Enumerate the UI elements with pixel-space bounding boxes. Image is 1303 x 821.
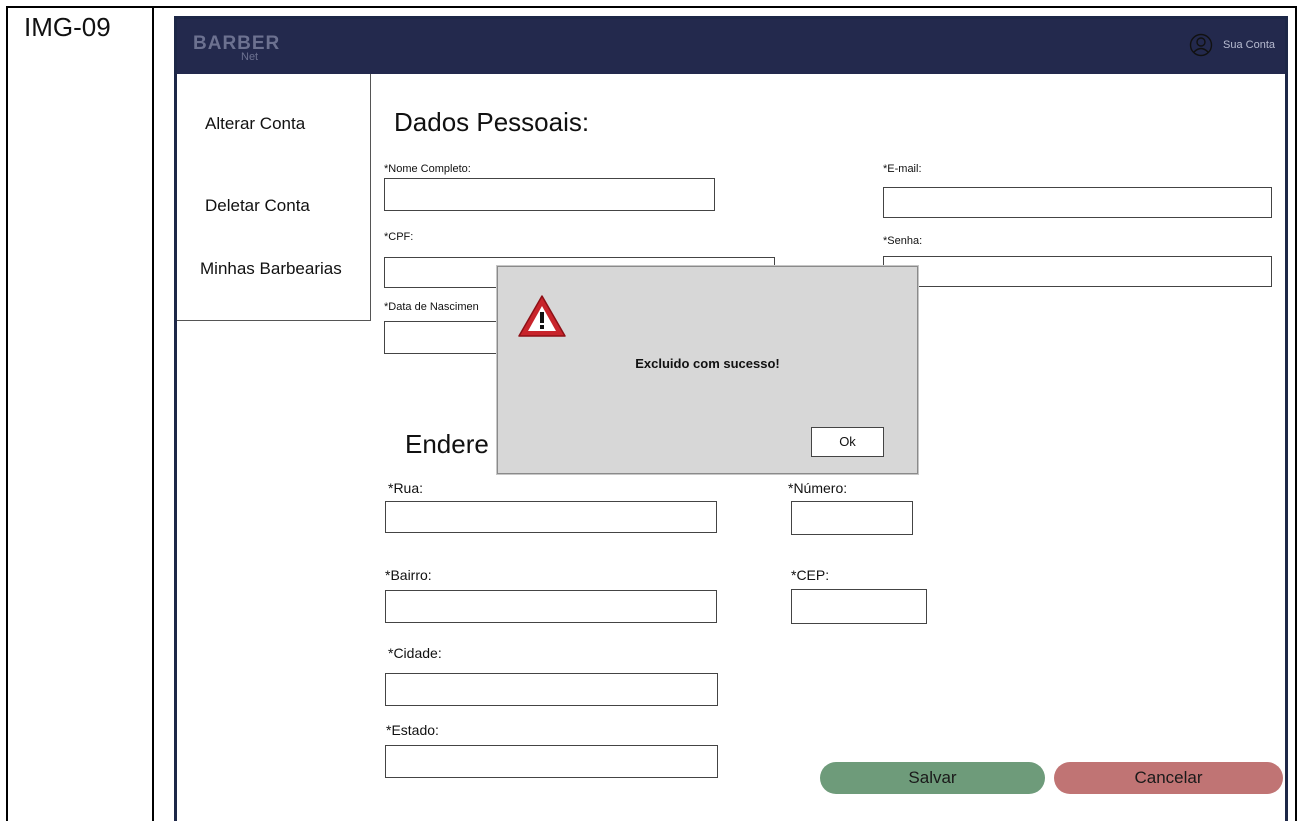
cpf-label: *CPF:: [384, 231, 414, 243]
number-field[interactable]: [791, 501, 913, 535]
account-label[interactable]: Sua Conta: [1223, 39, 1275, 51]
app-window: BARBER Net Sua Conta Alterar Conta Delet…: [174, 16, 1288, 821]
sidebar: Alterar Conta Deletar Conta Minhas Barbe…: [177, 74, 371, 321]
top-bar: BARBER Net Sua Conta: [177, 19, 1285, 74]
dialog-message: Excluido com sucesso!: [635, 356, 780, 371]
logo-subtext: Net: [241, 51, 259, 63]
zip-field[interactable]: [791, 589, 927, 624]
birth-date-label: *Data de Nascimen: [384, 301, 479, 313]
password-label: *Senha:: [883, 235, 923, 247]
city-label: *Cidade:: [388, 645, 442, 661]
state-label: *Estado:: [386, 722, 439, 738]
image-id-cell: IMG-09: [6, 6, 154, 821]
number-label: *Número:: [788, 480, 848, 496]
sidebar-item-alterar-conta[interactable]: Alterar Conta: [205, 114, 395, 134]
sidebar-item-deletar-conta[interactable]: Deletar Conta: [205, 196, 395, 216]
email-field[interactable]: [883, 187, 1272, 218]
personal-data-title: Dados Pessoais:: [394, 107, 590, 137]
email-label: *E-mail:: [883, 163, 922, 175]
cancel-button[interactable]: Cancelar: [1054, 762, 1283, 794]
street-field[interactable]: [385, 501, 717, 533]
birth-date-field[interactable]: [384, 321, 514, 354]
ok-button[interactable]: Ok: [811, 427, 884, 457]
save-button[interactable]: Salvar: [820, 762, 1045, 794]
city-field[interactable]: [385, 673, 718, 706]
success-dialog: Excluido com sucesso! Ok: [497, 266, 918, 474]
name-field[interactable]: [384, 178, 715, 211]
name-label: *Nome Completo:: [384, 163, 471, 175]
user-account-icon[interactable]: [1189, 33, 1213, 57]
account-menu[interactable]: Sua Conta: [1189, 33, 1275, 57]
password-field[interactable]: [883, 256, 1272, 287]
image-id-label: IMG-09: [24, 12, 111, 42]
address-title: Endere: [405, 429, 489, 459]
district-field[interactable]: [385, 590, 717, 623]
barbernet-logo[interactable]: BARBER Net: [193, 31, 303, 71]
logo-text: BARBER: [193, 33, 281, 54]
state-field[interactable]: [385, 745, 718, 778]
street-label: *Rua:: [388, 480, 424, 496]
sidebar-item-minhas-barbearias[interactable]: Minhas Barbearias: [200, 259, 390, 279]
warning-icon: [518, 295, 566, 337]
zip-label: *CEP:: [791, 567, 830, 583]
district-label: *Bairro:: [385, 567, 432, 583]
